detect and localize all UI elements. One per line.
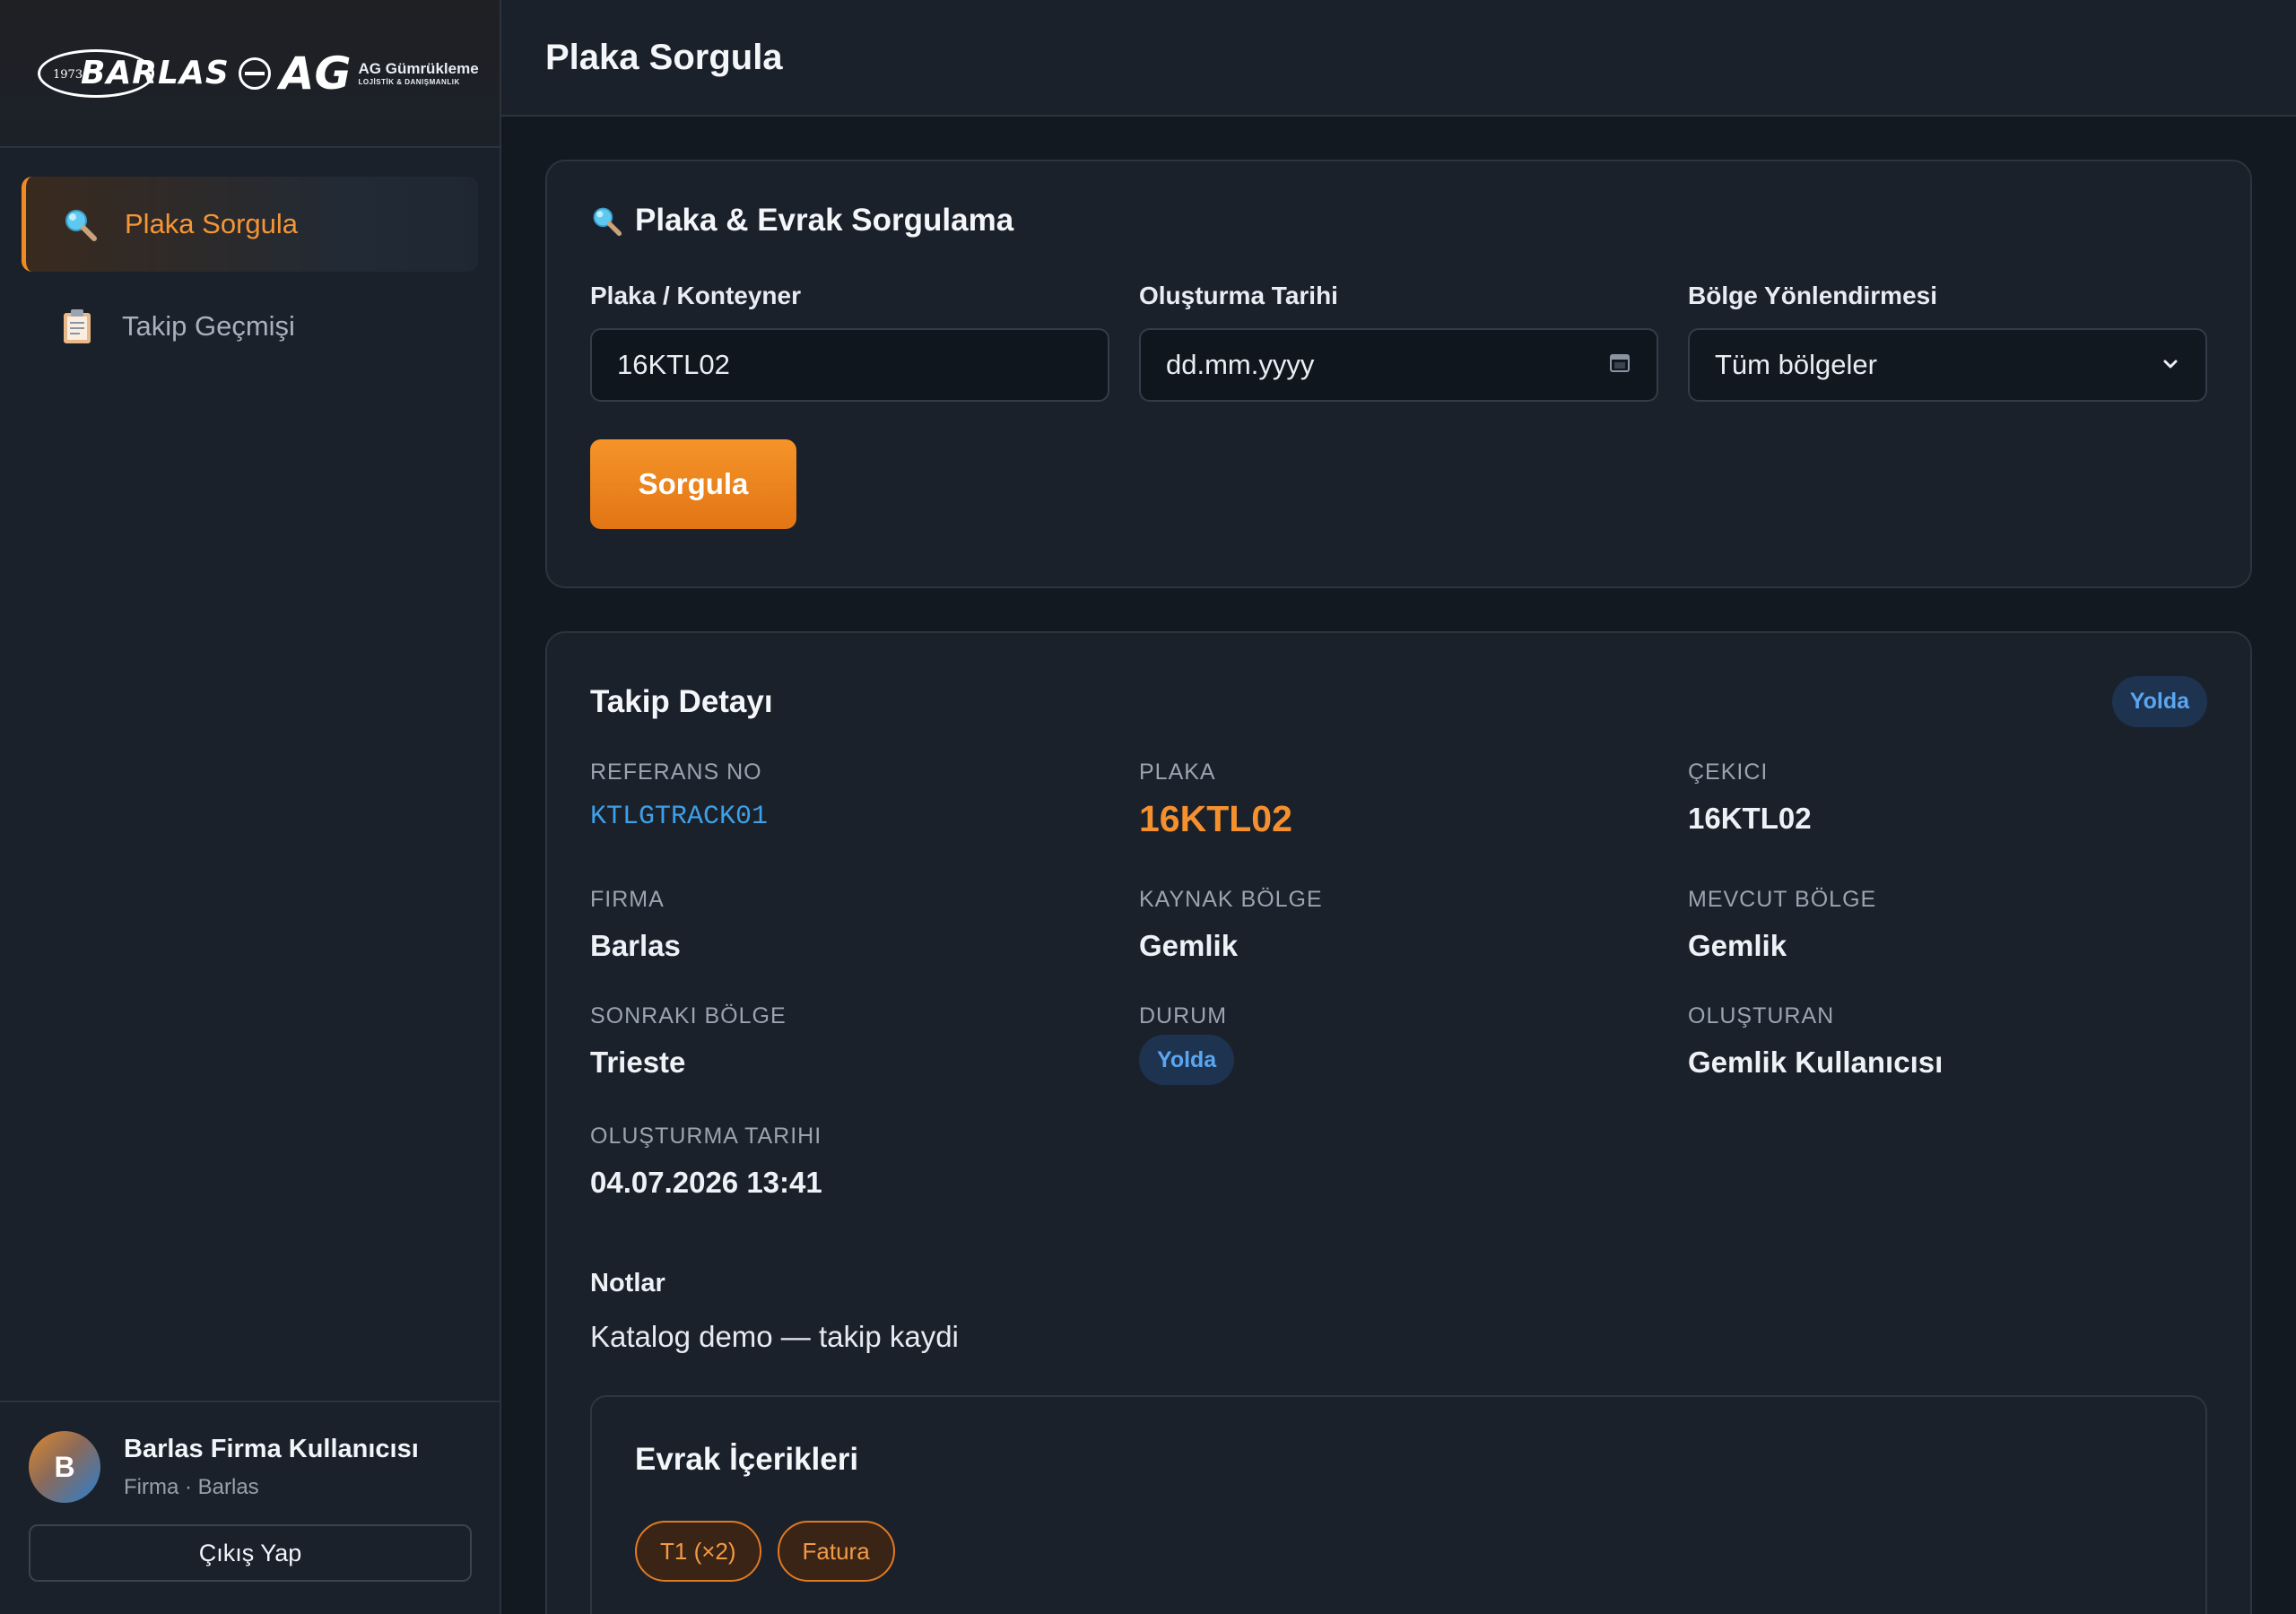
docs-title: Evrak İçerikleri [635, 1442, 859, 1477]
plate-input-value: 16KTL02 [617, 349, 730, 380]
user-panel: B Barlas Firma Kullanıcısı Firma · Barla… [0, 1401, 500, 1614]
status-badge: Yolda [2111, 676, 2207, 727]
detail-title: Takip Detayı [590, 683, 773, 719]
creator-value: Gemlik Kullanıcısı [1688, 1046, 1944, 1079]
tractor-value: 16KTL02 [1688, 802, 1812, 835]
clipboard-icon [57, 307, 97, 346]
sidebar-item-label: Takip Geçmişi [122, 310, 295, 342]
ag-sub: LOJİSTİK & DANIŞMANLIK [358, 78, 460, 86]
created-date-value: 04.07.2026 13:41 [590, 1166, 822, 1199]
user-role: Firma · Barlas [124, 1474, 259, 1499]
field-tractor: Çekici 16KTL02 [1688, 759, 2208, 887]
plate-label: Plaka / Konteyner [590, 282, 801, 309]
ag-name: AG Gümrükleme [358, 60, 479, 77]
next-region-value: Trieste [590, 1046, 686, 1079]
sidebar: 1973 BARLAS AG AG Gümrükleme LOJİSTİK & … [0, 0, 501, 1614]
reference-number: KTLGTRACK01 [590, 802, 769, 832]
magnifier-icon [60, 204, 100, 244]
page-header: Plaka Sorgula [501, 0, 2296, 117]
calendar-icon[interactable] [1608, 349, 1631, 381]
field-created-date: Oluşturma Tarihi 04.07.2026 13:41 [590, 1124, 1139, 1247]
notes-title: Notlar [590, 1269, 665, 1297]
field-plate: Plaka 16KTL02 [1139, 759, 1688, 887]
chevron-down-icon [2161, 349, 2180, 381]
field-current-region: Mevcut Bölge Gemlik [1688, 887, 2208, 1003]
field-status: Durum Yolda [1139, 1003, 1688, 1124]
query-button[interactable]: Sorgula [590, 439, 796, 529]
search-card-title: Plaka & Evrak Sorgulama [635, 203, 1014, 238]
region-select[interactable]: Tüm bölgeler [1688, 328, 2207, 402]
field-company: Firma Barlas [590, 887, 1139, 1003]
search-card: Plaka & Evrak Sorgulama Plaka / Konteyne… [545, 160, 2252, 588]
field-reference: Referans No KTLGTRACK01 [590, 759, 1139, 887]
ag-logo: AG [279, 47, 352, 100]
logout-button[interactable]: Çıkış Yap [29, 1524, 472, 1582]
barlas-logo: 1973 BARLAS [38, 48, 230, 98]
tracking-detail-card: Takip Detayı Yolda Referans No KTLGTRACK… [545, 631, 2252, 1614]
magnifier-icon [590, 204, 622, 237]
field-creator: Oluşturan Gemlik Kullanıcısı [1688, 1003, 2208, 1124]
logo-divider-icon [238, 56, 271, 90]
field-next-region: Sonraki Bölge Trieste [590, 1003, 1139, 1124]
doc-chip: Fatura [777, 1521, 895, 1582]
sidebar-item-label: Plaka Sorgula [125, 208, 299, 239]
region-select-value: Tüm bölgeler [1715, 349, 1877, 380]
source-region-value: Gemlik [1139, 929, 1239, 962]
sidebar-item-takip-gecmisi[interactable]: Takip Geçmişi [22, 279, 478, 374]
doc-chip: T1 (×2) [635, 1521, 761, 1582]
document-contents: Evrak İçerikleri T1 (×2) Fatura [590, 1395, 2207, 1614]
brand-logo: 1973 BARLAS AG AG Gümrükleme LOJİSTİK & … [0, 0, 500, 148]
date-input[interactable]: dd.mm.yyyy [1139, 328, 1658, 402]
sidebar-nav: Plaka Sorgula Takip Geçmişi [0, 148, 500, 374]
region-label: Bölge Yönlendirmesi [1688, 282, 1937, 309]
field-source-region: Kaynak Bölge Gemlik [1139, 887, 1688, 1003]
date-label: Oluşturma Tarihi [1139, 282, 1338, 309]
page-title: Plaka Sorgula [545, 37, 783, 77]
avatar: B [29, 1431, 100, 1503]
plate-value: 16KTL02 [1139, 798, 1292, 839]
status-badge: Yolda [1139, 1035, 1235, 1085]
current-region-value: Gemlik [1688, 929, 1787, 962]
notes-text: Katalog demo — takip kaydi [590, 1320, 959, 1353]
user-name: Barlas Firma Kullanıcısı [124, 1434, 419, 1463]
date-input-placeholder: dd.mm.yyyy [1166, 349, 1315, 380]
plate-input[interactable]: 16KTL02 [590, 328, 1109, 402]
sidebar-item-plaka-sorgula[interactable]: Plaka Sorgula [22, 177, 478, 272]
company-value: Barlas [590, 929, 681, 962]
